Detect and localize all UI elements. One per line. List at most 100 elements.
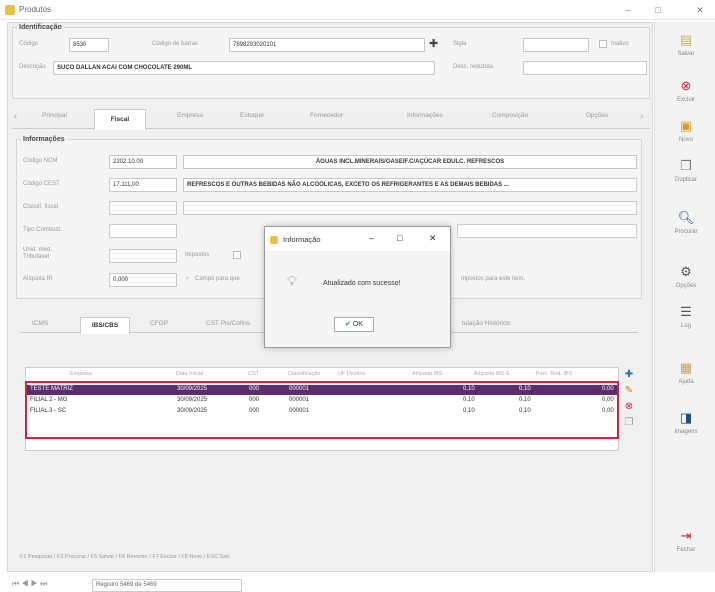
duplicate-button[interactable]: ❐ Duplicar [661, 154, 711, 194]
dialog-title: Informação [283, 235, 321, 244]
add-barcode-icon[interactable]: ✚ [429, 37, 438, 50]
unid-field[interactable] [109, 249, 177, 263]
column-header[interactable]: Alíquota IBS [412, 371, 443, 377]
options-button[interactable]: ⚙ Opções [661, 260, 711, 300]
cest-description: REFRESCOS E OUTRAS BEBIDAS NÃO ALCOÓLICA… [183, 178, 637, 192]
aliquota-field[interactable]: 0,000 [109, 273, 177, 287]
campo-hint: Campo para que [195, 276, 240, 282]
desc-reduzida-label: Desc. reduzida [453, 64, 494, 70]
codigo-field[interactable]: 8530 [69, 38, 109, 52]
informacoes-label: Informações [21, 136, 67, 143]
dialog-close-button[interactable]: ✕ [429, 233, 437, 244]
edit-row-icon[interactable]: ✎ [622, 384, 636, 398]
impostos-hint: mpostos para este item. [461, 276, 526, 282]
ok-button[interactable]: ✔ OK [334, 317, 374, 332]
tab-opcoes[interactable]: Opções [586, 112, 608, 119]
inativo-label: Inativo [611, 41, 629, 47]
search-label: Procurar [674, 229, 698, 235]
dialog-message: Atualizado com sucesso! [323, 280, 401, 287]
subtab-historico[interactable]: tulação Histórico [462, 320, 510, 327]
identificacao-label: Identificação [17, 24, 64, 31]
delete-row-icon[interactable]: ⊗ [622, 400, 636, 414]
ncm-label: Código NCM [23, 158, 58, 164]
dialog-app-icon [270, 236, 278, 244]
search-icon: 🔍︎ [677, 210, 695, 225]
new-label: Novo [678, 137, 693, 143]
ncm-field[interactable]: 2202.10.00 [109, 155, 177, 169]
column-header[interactable]: Classificação [288, 371, 320, 377]
subtab-cst-pis-cofins[interactable]: CST Pis/Cofins [206, 320, 250, 327]
help-button[interactable]: ▦ Ajuda [661, 356, 711, 396]
images-button[interactable]: ◨ Imagens [661, 406, 711, 446]
action-sidebar: ▤ Salvar ⊗ Excluir ▣ Novo ❐ Duplicar 🔍︎ Procu… [654, 22, 715, 572]
tab-informacoes[interactable]: Informações [407, 112, 443, 119]
tabs-right-arrow[interactable]: › [640, 111, 643, 122]
duplicate-label: Duplicar [674, 177, 697, 183]
images-label: Imagens [674, 429, 698, 435]
impostos-checkbox[interactable] [233, 251, 241, 259]
subtab-ibs-cbs[interactable]: IBS/CBS [80, 317, 130, 334]
cest-label: Código CEST [23, 181, 60, 187]
sigla-field[interactable] [523, 38, 589, 52]
ok-icon: ✔ [345, 321, 351, 328]
tab-composicao[interactable]: Composição [492, 112, 528, 119]
unid-label: Unid. med. Tributável [23, 247, 53, 260]
column-header[interactable]: Alíquota IBS E [474, 371, 510, 377]
codigo-label: Código [19, 41, 39, 47]
dialog-maximize-button[interactable]: □ [397, 233, 402, 243]
column-header[interactable]: CST [248, 371, 259, 377]
combust-field[interactable] [109, 224, 177, 238]
copy-row-icon[interactable]: ❐ [622, 416, 636, 430]
help-icon: ▦ [679, 360, 693, 375]
search-button[interactable]: 🔍︎ Procurar [661, 206, 711, 246]
classif-field[interactable] [109, 201, 177, 215]
lightbulb-icon: 💡︎ [287, 273, 297, 289]
record-navigator[interactable]: ⏮ ◀ ▶ ⏭ [12, 579, 47, 589]
column-header[interactable]: Data Inicial [176, 371, 203, 377]
column-header[interactable]: UF Destino [338, 371, 366, 377]
delete-button[interactable]: ⊗ Excluir [661, 74, 711, 114]
dialog-minimize-button[interactable]: – [369, 233, 374, 243]
images-icon: ◨ [679, 410, 693, 425]
tab-fiscal[interactable]: Fiscal [94, 109, 146, 130]
cest-field[interactable]: 17.111.00 [109, 178, 177, 192]
record-counter: Registro 5469 de 5469 [92, 579, 242, 592]
window-title: Produtos [19, 5, 52, 14]
exit-icon: ⇥ [680, 528, 692, 543]
sigla-label: Sigla [453, 41, 467, 47]
barras-label: Código de barras [152, 41, 199, 47]
column-header[interactable]: Empresa [70, 371, 92, 377]
classif-label: Classif. fiscal [23, 204, 59, 210]
tab-empresa[interactable]: Empresa [177, 112, 203, 119]
new-button[interactable]: ▣ Novo [661, 114, 711, 154]
close-button[interactable]: ⇥ Fechar [661, 524, 711, 564]
subtab-cfop[interactable]: CFOP [150, 320, 168, 327]
column-header[interactable]: Perc. Red. IBS [536, 371, 572, 377]
tab-fornecedor[interactable]: Fornecedor [310, 112, 343, 119]
ncm-description: ÁGUAS INCL.MINERAIS/GASEIF.C/AÇÚCAR EDUL… [183, 155, 637, 169]
subtab-icms[interactable]: ICMS [32, 320, 48, 327]
tab-estoque[interactable]: Estoque [240, 112, 264, 119]
aliquota-label: Alíquota IR [23, 276, 53, 282]
inativo-checkbox[interactable] [599, 40, 607, 48]
barras-field[interactable]: 7898293020101 [229, 38, 425, 52]
maximize-button[interactable]: □ [648, 2, 668, 18]
minimize-button[interactable]: – [618, 2, 638, 18]
title-bar: Produtos – □ ✕ [0, 0, 715, 20]
desc-reduzida-field[interactable] [523, 61, 647, 75]
tabs-left-arrow[interactable]: ‹ [14, 111, 17, 122]
descricao-field[interactable]: SUCO DALLAN ACAI COM CHOCOLATE 290ML [53, 61, 435, 75]
impostos-label: Impostos [185, 252, 210, 258]
classif-description [183, 201, 637, 215]
tab-principal[interactable]: Principal [42, 112, 67, 119]
delete-label: Excluir [676, 97, 695, 103]
log-label: Log [680, 323, 691, 329]
save-label: Salvar [677, 51, 695, 57]
info-icon: ♀ [185, 276, 190, 282]
combust-label: Tipo Combust. [23, 227, 62, 233]
log-icon: ☰ [680, 304, 692, 319]
close-window-button[interactable]: ✕ [690, 2, 710, 18]
add-row-icon[interactable]: ✚ [622, 368, 636, 382]
save-button[interactable]: ▤ Salvar [661, 28, 711, 68]
log-button[interactable]: ☰ Log [661, 300, 711, 340]
